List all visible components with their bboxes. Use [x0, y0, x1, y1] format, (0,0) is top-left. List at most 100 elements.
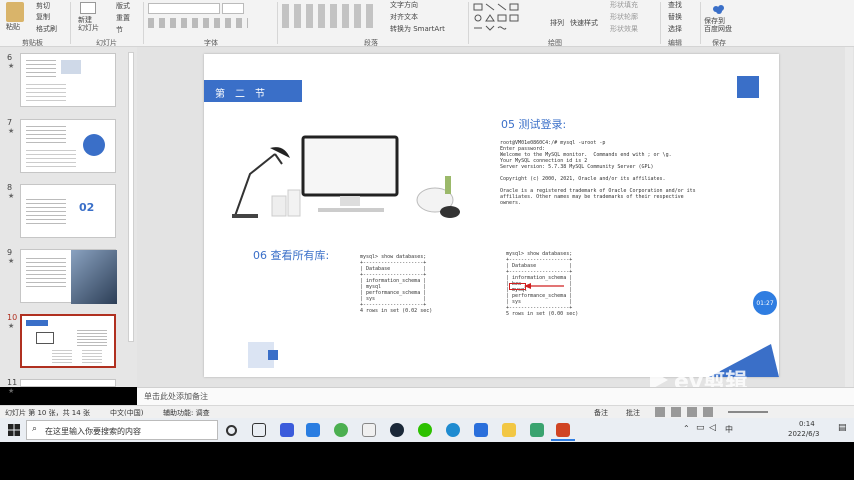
app-icon-edge[interactable]: [446, 423, 460, 437]
app-icon-4[interactable]: [362, 423, 376, 437]
format-painter-button[interactable]: 格式刷: [36, 24, 57, 34]
new-slide-button[interactable]: 新建 幻灯片: [78, 16, 99, 32]
thumb-star: ★: [8, 322, 15, 330]
app-icon-wechat[interactable]: [418, 423, 432, 437]
find-button[interactable]: 查找: [668, 0, 682, 10]
heading-test-login: 05 测试登录:: [501, 118, 567, 131]
text-direction-button[interactable]: 文字方向: [390, 0, 418, 10]
select-button[interactable]: 选择: [668, 24, 682, 34]
timer-text: 01:27: [756, 299, 774, 307]
thumb-label: 02: [79, 201, 95, 214]
shape-fill-button[interactable]: 形状填充: [610, 0, 638, 10]
align-text-button[interactable]: 对齐文本: [390, 12, 418, 22]
convert-smartart-button[interactable]: 转换为 SmartArt: [390, 24, 445, 34]
thumb-star: ★: [8, 127, 15, 135]
arrow-icon: [524, 283, 564, 289]
volume-icon[interactable]: ◁: [709, 423, 716, 433]
view-buttons[interactable]: [655, 407, 719, 417]
paste-icon[interactable]: [6, 2, 24, 22]
powerpoint-active-indicator: [551, 439, 575, 441]
highlight-arrow: [524, 282, 564, 290]
app-icon-2[interactable]: [306, 423, 320, 437]
arrange-button[interactable]: 排列: [550, 18, 564, 28]
file-explorer-icon[interactable]: [502, 423, 516, 437]
heading-show-databases: 06 查看所有库:: [253, 249, 330, 262]
slide-thumbnail-10-selected[interactable]: [20, 314, 116, 368]
thumb-number: 10: [7, 313, 18, 322]
ime-indicator[interactable]: 中: [725, 424, 733, 435]
status-bar: 幻灯片 第 10 张，共 14 张 中文(中国) 辅助功能: 调查 备注 批注: [0, 405, 854, 418]
cut-button[interactable]: 剪切: [36, 1, 50, 11]
language-indicator[interactable]: 中文(中国): [110, 408, 143, 418]
copy-button[interactable]: 复制: [36, 12, 50, 22]
windows-logo-icon: [8, 424, 20, 436]
ribbon: 粘贴 剪切 复制 格式刷 新建 幻灯片 版式 重置 节 文字方向 对齐文本 转换…: [0, 0, 854, 47]
font-size-box[interactable]: [222, 3, 244, 14]
slide-thumbnail-11[interactable]: [20, 379, 116, 387]
paste-button[interactable]: 粘贴: [6, 22, 20, 32]
shape-effects-button[interactable]: 形状效果: [610, 24, 638, 34]
slide-thumbnail-6[interactable]: [20, 53, 116, 107]
thumb-star: ★: [8, 192, 15, 200]
font-format-row[interactable]: [148, 18, 248, 28]
thumb-star: ★: [8, 387, 15, 395]
shape-outline-button[interactable]: 形状轮廓: [610, 12, 638, 22]
recording-timer-badge[interactable]: 01:27: [753, 291, 777, 315]
quick-styles-button[interactable]: 快速样式: [570, 18, 598, 28]
slide-thumbnail-8[interactable]: 02: [20, 184, 116, 238]
cloud-icon: [713, 5, 724, 14]
comments-toggle-button[interactable]: 批注: [626, 408, 640, 418]
current-slide[interactable]: 第 二 节 05 测试登录: 06 查看所有库: root@VM01e0860C…: [204, 54, 779, 377]
cloud-save-icon[interactable]: [712, 3, 726, 15]
accessibility-status[interactable]: 辅助功能: 调查: [163, 408, 210, 418]
slide-thumbnails-pane: 6 ★ 7 ★ 8 ★ 02 9 ★ 10 ★ 11 ★: [0, 47, 137, 395]
app-icon-steam[interactable]: [390, 423, 404, 437]
network-icon[interactable]: ▭: [696, 423, 705, 433]
taskbar-search-box[interactable]: ⌕ 在这里输入你要搜索的内容: [26, 420, 218, 440]
canvas-vertical-scrollbar[interactable]: [845, 47, 853, 387]
deco-square-bottom-left-dark: [268, 350, 278, 360]
layout-button[interactable]: 版式: [116, 1, 130, 11]
notification-icon[interactable]: ▤: [838, 423, 847, 433]
zoom-slider[interactable]: [728, 411, 768, 413]
taskbar-search-placeholder: 在这里输入你要搜索的内容: [45, 427, 141, 436]
clock-time[interactable]: 0:14: [799, 420, 815, 428]
paragraph-controls[interactable]: [282, 4, 378, 28]
windows-taskbar: ⌕ 在这里输入你要搜索的内容 ⌃ ▭ ◁ 中 0:14 2022/6/3 ▤: [0, 418, 854, 442]
save-to-baidu-button[interactable]: 保存到 百度网盘: [704, 17, 732, 33]
font-name-box[interactable]: [148, 3, 220, 14]
shapes-gallery[interactable]: [472, 2, 542, 32]
replace-button[interactable]: 替换: [668, 12, 682, 22]
tray-chevron-icon[interactable]: ⌃: [683, 424, 690, 433]
search-icon: ⌕: [32, 424, 38, 434]
app-icon-6[interactable]: [530, 423, 544, 437]
notes-pane[interactable]: 单击此处添加备注: [137, 387, 854, 405]
section-button[interactable]: 节: [116, 25, 123, 35]
slide-thumbnail-9[interactable]: [20, 249, 117, 304]
notes-toggle-button[interactable]: 备注: [594, 408, 608, 418]
databases-terminal-left: mysql> show databases; +----------------…: [360, 254, 433, 314]
desk-illustration: [220, 134, 465, 222]
thumb-number: 6: [7, 53, 13, 62]
desk-illustration-svg: [232, 135, 460, 218]
thumb-number: 11: [7, 378, 18, 387]
task-view-icon[interactable]: [252, 423, 266, 437]
start-button[interactable]: [8, 424, 20, 436]
app-icon-5[interactable]: [474, 423, 488, 437]
powerpoint-icon[interactable]: [556, 423, 570, 437]
highlight-box: [509, 283, 526, 290]
new-slide-icon[interactable]: [80, 2, 96, 14]
cortana-icon[interactable]: [226, 425, 237, 436]
thumbnails-scrollbar[interactable]: [128, 52, 134, 342]
deco-square-top-right: [737, 76, 759, 98]
slide-thumbnail-7[interactable]: [20, 119, 116, 173]
notes-placeholder: 单击此处添加备注: [144, 392, 208, 401]
app-icon-3[interactable]: [334, 423, 348, 437]
thumb-number: 8: [7, 183, 13, 192]
app-icon-1[interactable]: [280, 423, 294, 437]
slide-counter: 幻灯片 第 10 张，共 14 张: [5, 409, 90, 417]
clock-date[interactable]: 2022/6/3: [788, 430, 819, 438]
thumb-number: 9: [7, 248, 13, 257]
reset-button[interactable]: 重置: [116, 13, 130, 23]
thumb-star: ★: [8, 62, 15, 70]
